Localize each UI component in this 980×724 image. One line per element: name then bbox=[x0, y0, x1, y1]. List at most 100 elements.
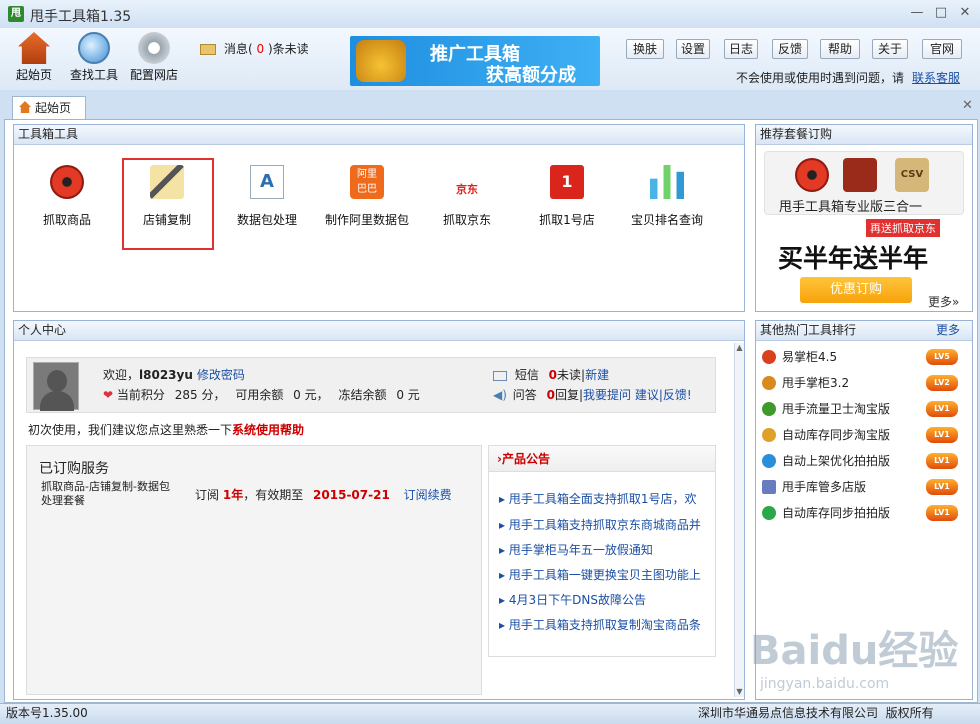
sms-line: 短信 0未读|新建 bbox=[493, 366, 609, 383]
about-button[interactable]: 关于 bbox=[872, 39, 908, 59]
discount-order-button[interactable]: 优惠订购 bbox=[800, 277, 912, 303]
selection-highlight bbox=[122, 158, 214, 250]
notice-item[interactable]: 4月3日下午DNS故障公告 bbox=[499, 591, 711, 608]
renew-link[interactable]: 订阅续费 bbox=[404, 488, 452, 502]
home-icon bbox=[19, 101, 31, 113]
sync-icon bbox=[762, 428, 776, 442]
toolbar-home-button[interactable]: 起始页 bbox=[4, 32, 64, 83]
points-value: 285 bbox=[174, 388, 198, 402]
tool-data-package[interactable]: A 数据包处理 bbox=[222, 165, 312, 228]
hot-tool-item[interactable]: 甩手库管多店版 LV1 bbox=[762, 477, 968, 503]
font-icon: A bbox=[250, 165, 284, 199]
change-password-link[interactable]: 修改密码 bbox=[197, 368, 245, 382]
alibaba-icon: 阿里 巴巴 bbox=[350, 165, 384, 199]
hot-tool-item[interactable]: 甩手流量卫士淘宝版 LV1 bbox=[762, 399, 968, 425]
minimize-button[interactable]: — bbox=[906, 4, 928, 22]
level-badge: LV1 bbox=[926, 505, 958, 521]
watermark-brand: Baidu经验 bbox=[750, 628, 959, 674]
tab-bar: 起始页 ✕ bbox=[0, 96, 980, 120]
skin-button[interactable]: 换肤 bbox=[626, 39, 664, 59]
home-icon bbox=[18, 32, 50, 64]
vertical-scrollbar[interactable]: ▲ ▼ bbox=[734, 343, 744, 697]
hot-tool-item[interactable]: 易掌柜4.5 LV5 bbox=[762, 347, 968, 373]
package-name: 甩手工具箱专业版三合一 bbox=[779, 200, 923, 215]
welcome-line: 欢迎，l8023yu 修改密码 bbox=[103, 368, 245, 382]
store-copy-icon bbox=[843, 158, 877, 192]
spider-icon bbox=[795, 158, 829, 192]
service-order-info: 订阅 1年，有效期至 2015-07-21 订阅续费 bbox=[195, 488, 452, 502]
hot-tool-item[interactable]: 自动上架优化拍拍版 LV1 bbox=[762, 451, 968, 477]
notice-item[interactable]: 甩手工具箱支持抓取京东商城商品并 bbox=[499, 516, 711, 533]
tab-home[interactable]: 起始页 bbox=[12, 96, 86, 120]
main-toolbar: 起始页 查找工具 配置网店 消息( 0 )条未读 推广工具箱 获高额分成 换肤 … bbox=[0, 28, 980, 90]
treasure-chest-icon bbox=[356, 40, 406, 82]
username: l8023yu bbox=[139, 368, 193, 382]
recommend-more-link[interactable]: 更多» bbox=[928, 293, 959, 310]
recommend-title: 推荐套餐订购 bbox=[756, 125, 972, 145]
level-badge: LV1 bbox=[926, 427, 958, 443]
support-hint: 不会使用或使用时遇到问题，请 bbox=[736, 71, 905, 85]
ask-feedback-link[interactable]: 我要提问 建议|反馈! bbox=[583, 388, 692, 402]
notice-item[interactable]: 甩手工具箱支持抓取复制淘宝商品条 bbox=[499, 616, 711, 633]
contact-support-link[interactable]: 联系客服 bbox=[912, 69, 960, 86]
product-notice-box: ›产品公告 甩手工具箱全面支持抓取1号店，欢 甩手工具箱支持抓取京东商城商品并 … bbox=[488, 445, 716, 657]
scroll-down-icon[interactable]: ▼ bbox=[735, 687, 744, 697]
notice-item[interactable]: 甩手掌柜马年五一放假通知 bbox=[499, 541, 711, 558]
promo-slogan: 买半年送半年 bbox=[778, 244, 929, 273]
new-sms-link[interactable]: 新建 bbox=[585, 368, 609, 382]
speaker-icon: ◀) bbox=[493, 388, 507, 402]
avatar-body-icon bbox=[40, 391, 74, 411]
scroll-up-icon[interactable]: ▲ bbox=[735, 343, 744, 353]
subscribed-title: 已订购服务 bbox=[39, 461, 109, 477]
help-button[interactable]: 帮助 bbox=[820, 39, 860, 59]
tool-grab-yhd[interactable]: 1 抓取1号店 bbox=[522, 165, 612, 228]
shop-bag-icon bbox=[762, 376, 776, 390]
close-button[interactable]: ✕ bbox=[954, 4, 976, 22]
promo-ribbon: 再送抓取京东 bbox=[866, 219, 940, 237]
settings-button[interactable]: 设置 bbox=[676, 39, 710, 59]
toolbar-config-store-button[interactable]: 配置网店 bbox=[124, 32, 184, 83]
level-badge: LV2 bbox=[926, 375, 958, 391]
hot-tool-item[interactable]: 自动库存同步淘宝版 LV1 bbox=[762, 425, 968, 451]
service-name: 抓取商品-店铺复制-数据包 处理套餐 bbox=[41, 480, 170, 507]
guard-icon bbox=[762, 402, 776, 416]
magnifier-icon bbox=[78, 32, 110, 64]
tool-grab-jd[interactable]: 京东 抓取京东 bbox=[422, 165, 512, 228]
avatar-head-icon bbox=[47, 370, 67, 392]
subscribed-services-box: 已订购服务 抓取商品-店铺复制-数据包 处理套餐 订阅 1年，有效期至 2015… bbox=[26, 445, 482, 695]
watermark-url: jingyan.baidu.com bbox=[760, 676, 890, 692]
tool-grab-products[interactable]: 抓取商品 bbox=[22, 165, 112, 228]
balance-value: 0 bbox=[293, 388, 301, 402]
promo-banner[interactable]: 推广工具箱 获高额分成 bbox=[350, 36, 600, 86]
tool-alibaba-package[interactable]: 阿里 巴巴 制作阿里数据包 bbox=[322, 165, 412, 228]
toolbar-find-tools-button[interactable]: 查找工具 bbox=[64, 32, 124, 83]
tab-close-icon[interactable]: ✕ bbox=[962, 98, 973, 113]
warehouse-icon bbox=[762, 480, 776, 494]
level-badge: LV1 bbox=[926, 479, 958, 495]
official-site-button[interactable]: 官网 bbox=[922, 39, 962, 59]
upload-icon bbox=[762, 454, 776, 468]
hot-more-link[interactable]: 更多 bbox=[936, 321, 960, 340]
maximize-button[interactable]: □ bbox=[930, 4, 952, 22]
message-indicator[interactable]: 消息( 0 )条未读 bbox=[200, 40, 309, 57]
version-label: 版本号1.35.00 bbox=[6, 706, 88, 720]
envelope-icon bbox=[200, 44, 216, 55]
package-card[interactable]: CSV 甩手工具箱专业版三合一 bbox=[764, 151, 964, 215]
system-help-link[interactable]: 系统使用帮助 bbox=[232, 423, 304, 437]
hot-tool-item[interactable]: 自动库存同步拍拍版 LV1 bbox=[762, 503, 968, 529]
avatar[interactable] bbox=[33, 362, 79, 411]
notice-item[interactable]: 甩手工具箱一键更换宝贝主图功能上 bbox=[499, 566, 711, 583]
account-summary: ❤ 当前积分 285 分， 可用余额 0 元， 冻结余额 0 元 bbox=[103, 388, 420, 402]
level-badge: LV1 bbox=[926, 453, 958, 469]
notice-item[interactable]: 甩手工具箱全面支持抓取1号店，欢 bbox=[499, 490, 711, 507]
hot-tool-item[interactable]: 甩手掌柜3.2 LV2 bbox=[762, 373, 968, 399]
user-info-box: 欢迎，l8023yu 修改密码 ❤ 当前积分 285 分， 可用余额 0 元， 冻… bbox=[26, 357, 716, 413]
window-title: 甩手工具箱1.35 bbox=[30, 9, 132, 25]
tool-rank-query[interactable]: 宝贝排名查询 bbox=[622, 165, 712, 228]
copyright-label: 深圳市华通易点信息技术有限公司 版权所有 bbox=[698, 706, 934, 720]
log-button[interactable]: 日志 bbox=[724, 39, 758, 59]
feedback-button[interactable]: 反馈 bbox=[772, 39, 808, 59]
level-badge: LV1 bbox=[926, 401, 958, 417]
easy-shop-icon bbox=[762, 350, 776, 364]
notice-title: ›产品公告 bbox=[489, 446, 715, 472]
